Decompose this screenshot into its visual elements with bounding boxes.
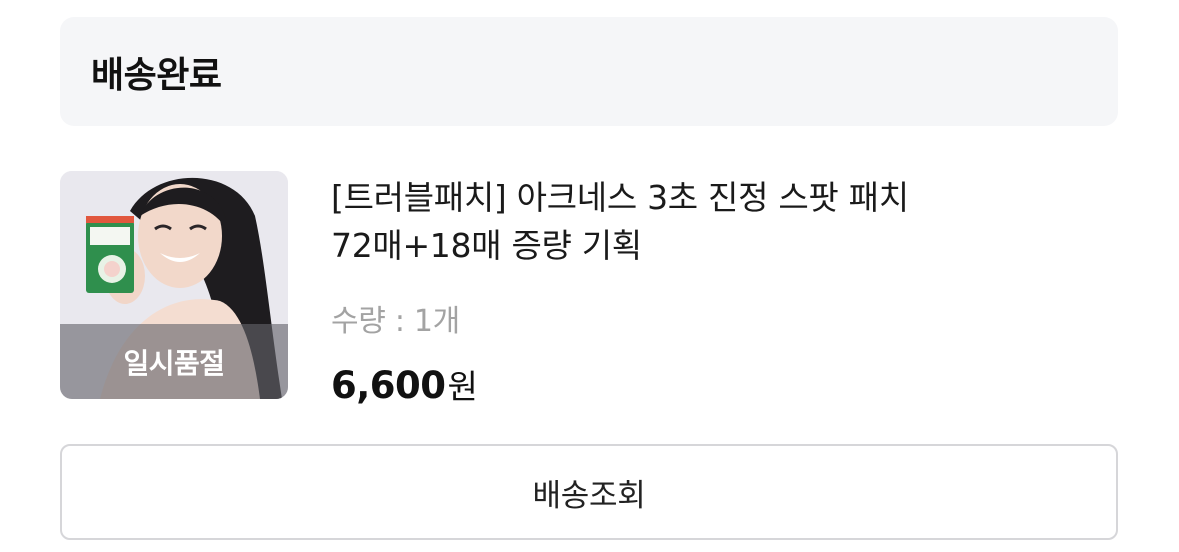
product-name[interactable]: [트러블패치] 아크네스 3초 진정 스팟 패치 72매+18매 증량 기획 (331, 174, 1031, 270)
soldout-badge: 일시품절 (123, 346, 225, 380)
price-unit: 원 (447, 367, 478, 406)
soldout-overlay: 일시품절 (60, 324, 288, 399)
order-status-header: 배송완료 (60, 17, 1118, 126)
product-quantity: 수량 : 1개 (331, 304, 460, 339)
product-price: 6,600 원 (331, 360, 1031, 408)
price-value: 6,600 (331, 364, 446, 407)
order-status-title: 배송완료 (91, 54, 222, 96)
product-info: [트러블패치] 아크네스 3초 진정 스팟 패치 72매+18매 증량 기획 수… (331, 174, 1031, 408)
product-thumbnail[interactable]: 일시품절 (60, 171, 288, 399)
delivery-tracking-button[interactable]: 배송조회 (60, 444, 1118, 540)
delivery-tracking-label: 배송조회 (532, 477, 646, 514)
product-name-line2: 72매+18매 증량 기획 (331, 226, 642, 265)
product-name-line1: [트러블패치] 아크네스 3초 진정 스팟 패치 (331, 178, 909, 217)
